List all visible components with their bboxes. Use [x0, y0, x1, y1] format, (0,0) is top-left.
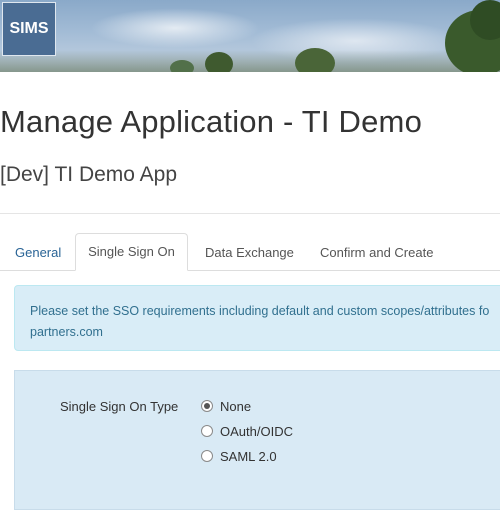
- sso-form-panel: [14, 370, 500, 510]
- tab-single-sign-on[interactable]: Single Sign On: [75, 233, 188, 271]
- radio-label-none: None: [220, 398, 252, 414]
- radio-label-oauth-oidc: OAuth/OIDC: [220, 423, 293, 439]
- sso-option-oauth-oidc[interactable]: OAuth/OIDC: [201, 422, 293, 440]
- banner-cloud: [90, 8, 260, 48]
- alert-text-line1: Please set the SSO requirements includin…: [30, 304, 490, 318]
- tab-confirm-and-create[interactable]: Confirm and Create: [320, 233, 433, 270]
- radio-saml[interactable]: [201, 450, 213, 462]
- alert-text-line2: partners.com: [30, 325, 103, 339]
- radio-none[interactable]: [201, 400, 213, 412]
- sso-option-saml[interactable]: SAML 2.0: [201, 447, 277, 465]
- divider: [0, 213, 500, 214]
- banner-tree: [205, 52, 233, 72]
- sso-info-alert: Please set the SSO requirements includin…: [14, 285, 500, 351]
- sso-option-none[interactable]: None: [201, 397, 251, 415]
- header-banner: [0, 0, 500, 72]
- tab-data-exchange[interactable]: Data Exchange: [205, 233, 294, 270]
- tab-general[interactable]: General: [15, 233, 61, 270]
- banner-tree: [170, 60, 194, 72]
- radio-oauth-oidc[interactable]: [201, 425, 213, 437]
- radio-label-saml: SAML 2.0: [220, 448, 277, 464]
- sso-type-label: Single Sign On Type: [60, 399, 179, 414]
- banner-tree: [295, 48, 335, 72]
- banner-treeline: [0, 50, 500, 72]
- page-title: Manage Application - TI Demo: [0, 104, 423, 139]
- sims-logo[interactable]: SIMS: [2, 2, 56, 56]
- app-subtitle: [Dev] TI Demo App: [0, 163, 178, 186]
